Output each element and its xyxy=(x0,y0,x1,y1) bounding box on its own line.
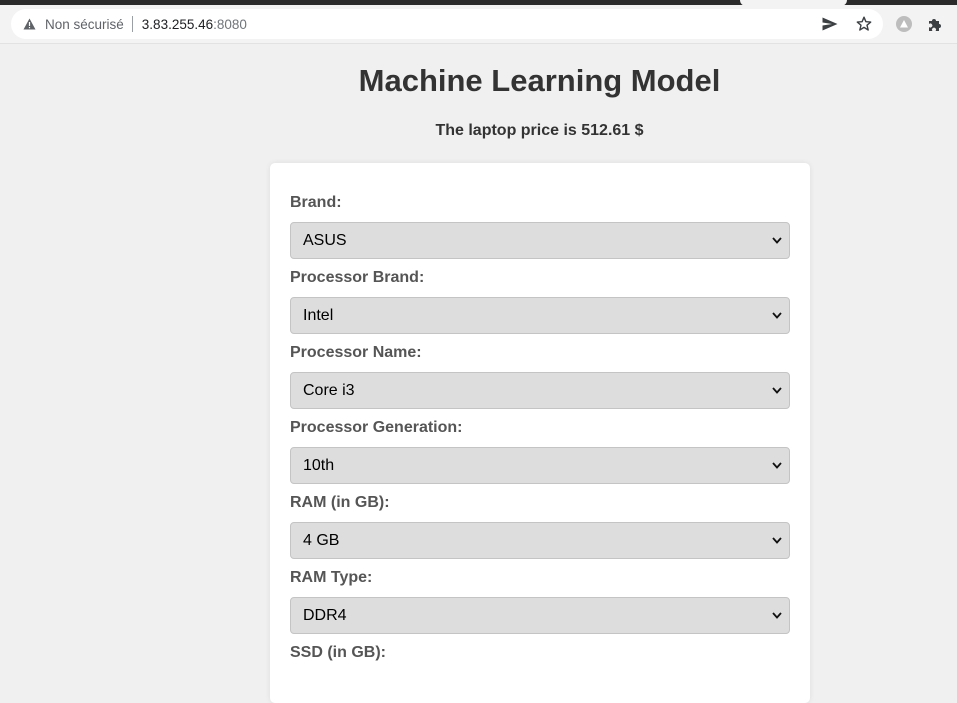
ram-type-select[interactable]: DDR4 xyxy=(290,597,790,634)
chevron-down-icon xyxy=(771,460,783,472)
ram-size-value: 4 GB xyxy=(303,531,340,549)
ssd-size-label: SSD (in GB): xyxy=(290,644,386,661)
processor-name-select[interactable]: Core i3 xyxy=(290,372,790,409)
ram-type-field: RAM Type: DDR4 xyxy=(290,568,790,634)
processor-name-field: Processor Name: Core i3 xyxy=(290,343,790,409)
brand-label: Brand: xyxy=(290,194,342,211)
url-port[interactable]: :8080 xyxy=(213,17,247,32)
chevron-down-icon xyxy=(771,310,783,322)
ram-type-label: RAM Type: xyxy=(290,569,373,586)
processor-generation-value: 10th xyxy=(303,456,335,474)
page-title: Machine Learning Model xyxy=(358,63,721,98)
chevron-down-icon xyxy=(771,385,783,397)
brand-field: Brand: ASUS xyxy=(290,193,790,259)
ssd-size-field: SSD (in GB): xyxy=(290,643,790,663)
processor-brand-field: Processor Brand: Intel xyxy=(290,268,790,334)
url-host[interactable]: 3.83.255.46 xyxy=(142,17,213,32)
divider xyxy=(131,16,133,32)
ram-size-label: RAM (in GB): xyxy=(290,494,390,511)
processor-brand-select[interactable]: Intel xyxy=(290,297,790,334)
form-card: Brand: ASUS Processor Brand: Intel Proce… xyxy=(270,163,810,703)
prediction-result: The laptop price is 512.61 $ xyxy=(435,122,644,139)
browser-toolbar: Non sécurisé 3.83.255.46:8080 xyxy=(0,5,957,44)
ram-size-field: RAM (in GB): 4 GB xyxy=(290,493,790,559)
brand-select[interactable]: ASUS xyxy=(290,222,790,259)
chevron-down-icon xyxy=(771,235,783,247)
ram-size-select[interactable]: 4 GB xyxy=(290,522,790,559)
processor-generation-select[interactable]: 10th xyxy=(290,447,790,484)
bookmark-star-icon[interactable] xyxy=(855,15,873,33)
send-icon[interactable] xyxy=(821,15,839,33)
ram-type-value: DDR4 xyxy=(303,606,347,624)
puzzle-icon[interactable] xyxy=(926,15,944,33)
processor-generation-field: Processor Generation: 10th xyxy=(290,418,790,484)
processor-brand-label: Processor Brand: xyxy=(290,269,425,286)
warning-icon[interactable] xyxy=(22,17,36,31)
extension-icon[interactable] xyxy=(896,16,912,32)
brand-value: ASUS xyxy=(303,231,347,249)
processor-brand-value: Intel xyxy=(303,306,334,324)
security-status[interactable]: Non sécurisé xyxy=(45,17,124,32)
chevron-down-icon xyxy=(771,535,783,547)
chevron-down-icon xyxy=(771,610,783,622)
processor-name-value: Core i3 xyxy=(303,381,355,399)
address-bar[interactable]: Non sécurisé 3.83.255.46:8080 xyxy=(11,9,883,39)
processor-generation-label: Processor Generation: xyxy=(290,419,463,436)
processor-name-label: Processor Name: xyxy=(290,344,422,361)
